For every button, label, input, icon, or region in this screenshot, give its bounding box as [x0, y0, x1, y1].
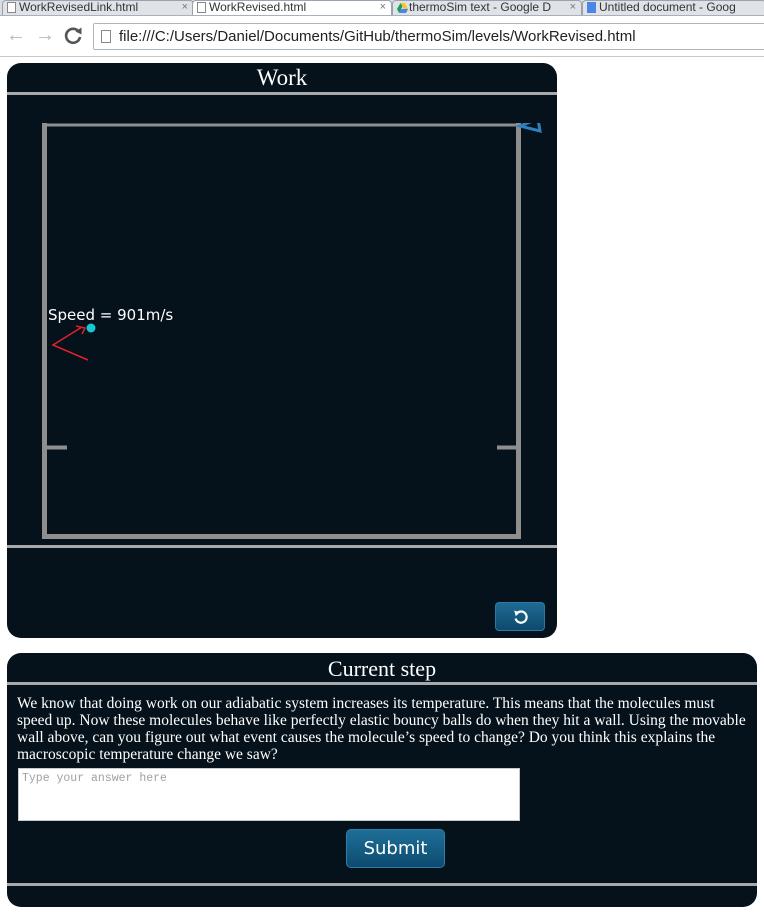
back-arrow-icon[interactable]: ←	[6, 25, 26, 45]
velocity-arrow	[51, 325, 89, 361]
current-step-title: Current step	[327, 656, 437, 681]
tab-close-icon[interactable]: ×	[182, 1, 188, 14]
address-url[interactable]: file:///C:/Users/Daniel/Documents/GitHub…	[119, 28, 636, 45]
container-walls	[42, 123, 521, 539]
simulation-area: Speed = 901m/s	[42, 123, 547, 543]
current-step-panel: Current step We know that doing work on …	[7, 653, 757, 907]
tab-workrevised[interactable]: WorkRevised.html ×	[192, 0, 392, 15]
work-panel-title: Work	[256, 65, 308, 90]
step-instructions: We know that doing work on our adiabatic…	[17, 695, 746, 763]
molecule	[86, 323, 96, 333]
refresh-icon	[514, 610, 528, 624]
tab-untitled-document[interactable]: Untitled document - Goog	[582, 0, 764, 15]
page-icon	[7, 2, 16, 13]
reset-button[interactable]	[495, 602, 545, 631]
speed-readout: Speed = 901m/s	[48, 306, 173, 324]
tab-title: WorkRevisedLink.html	[19, 1, 139, 14]
address-bar[interactable]: file:///C:/Users/Daniel/Documents/GitHub…	[93, 23, 764, 50]
tab-close-icon[interactable]: ×	[380, 1, 386, 14]
tab-strip: WorkRevisedLink.html × WorkRevised.html …	[0, 0, 764, 16]
title-divider	[7, 682, 757, 685]
page-icon	[197, 2, 206, 13]
page-icon	[101, 30, 111, 43]
reload-icon[interactable]	[64, 26, 83, 45]
work-panel: Work Speed = 901m/s	[7, 63, 557, 638]
google-docs-icon	[587, 2, 596, 13]
tab-title: thermoSim text - Google D	[409, 1, 552, 14]
panel-bottom-divider	[7, 883, 757, 886]
forward-arrow-icon[interactable]: →	[35, 25, 55, 45]
tab-workrevisedlink[interactable]: WorkRevisedLink.html ×	[2, 0, 194, 15]
tab-thermosim-text[interactable]: thermoSim text - Google D ×	[392, 0, 582, 15]
sim-bottom-divider	[7, 545, 557, 548]
tab-close-icon[interactable]: ×	[570, 1, 576, 14]
submit-button[interactable]: Submit	[346, 829, 445, 868]
browser-toolbar: ← → file:///C:/Users/Daniel/Documents/Gi…	[0, 16, 764, 57]
answer-input[interactable]	[18, 768, 520, 821]
wall-handle-icon[interactable]	[515, 123, 542, 134]
simulation-canvas: Speed = 901m/s	[42, 123, 542, 539]
google-drive-icon	[397, 3, 408, 13]
title-divider	[7, 92, 557, 95]
tab-title: WorkRevised.html	[209, 1, 307, 14]
tab-title: Untitled document - Goog	[599, 1, 736, 14]
